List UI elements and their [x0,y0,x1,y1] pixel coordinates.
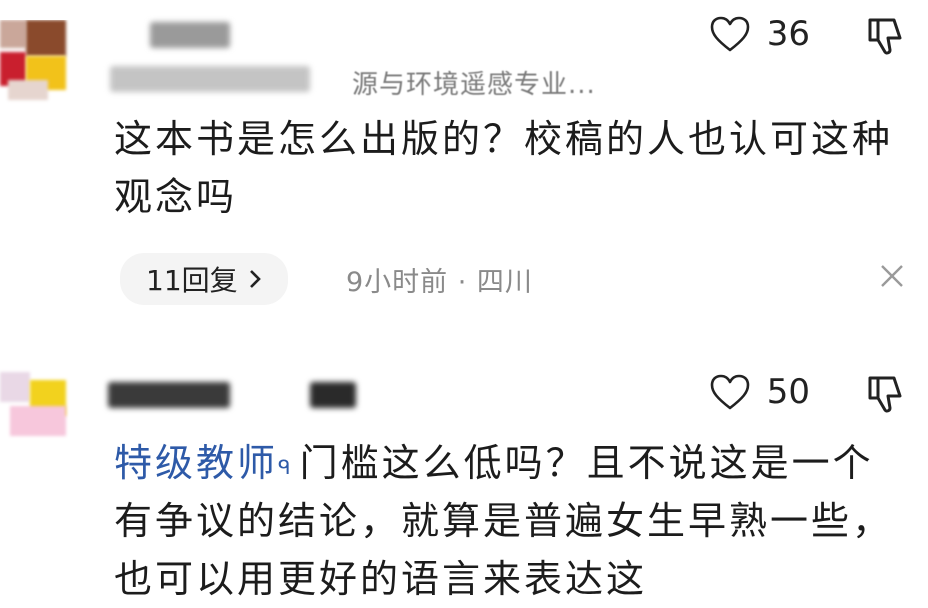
thumbs-down-icon[interactable] [864,14,908,58]
thumbs-down-icon[interactable] [864,372,908,416]
like-count: 36 [766,14,810,54]
like-count: 50 [766,372,810,412]
heart-outline-icon [710,374,750,410]
like-button[interactable]: 50 [709,372,810,412]
user-tag[interactable]: 特级教师 [114,441,278,485]
close-icon[interactable] [878,262,906,290]
heart-outline-icon [710,16,750,52]
tag-search-icon: ᑫ [278,455,294,479]
comment-item: 50 特级教师ᑫ 门槛这么低吗？且不说这是一个有争议的结论，就算是普遍女生早熟一些… [0,350,928,601]
user-info-blurred [110,66,310,92]
comment-text: 特级教师ᑫ 门槛这么低吗？且不说这是一个有争议的结论，就算是普遍女生早熟一些，也可… [114,434,904,608]
chevron-right-icon [249,270,261,288]
comment-item: 源与环境遥感专业... 36 这本书是怎么出版的？校稿的人也认可这种观念吗 11… [0,0,928,330]
time-location: 9小时前 · 四川 [346,267,533,298]
avatar[interactable] [0,360,70,450]
user-subtitle: 源与环境遥感专业... [352,70,596,100]
user-badge-blurred [310,382,356,408]
comment-text: 这本书是怎么出版的？校稿的人也认可这种观念吗 [114,117,894,219]
like-button[interactable]: 36 [709,14,810,54]
avatar[interactable] [0,20,70,110]
replies-button[interactable]: 11回复 [120,253,288,305]
replies-label: 11回复 [146,264,238,297]
username-blurred[interactable] [150,22,230,48]
username-blurred[interactable] [108,382,230,408]
